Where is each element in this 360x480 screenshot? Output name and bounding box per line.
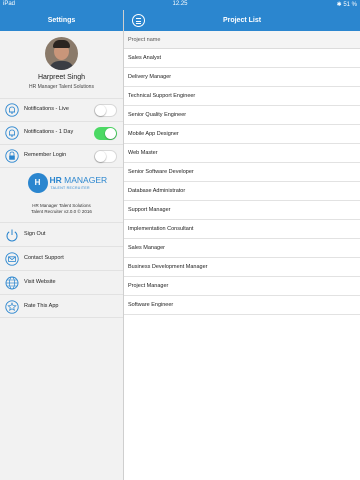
menu-label: Sign Out: [24, 231, 46, 237]
project-row[interactable]: Database Administrator: [124, 182, 360, 201]
battery-label: 51 %: [343, 2, 357, 8]
project-row[interactable]: Software Engineer: [124, 296, 360, 315]
star-icon: [5, 300, 19, 314]
battery-indicator: ✱ 51 %: [337, 1, 357, 8]
visit-website-button[interactable]: Visit Website: [0, 270, 123, 294]
project-row[interactable]: Senior Software Developer: [124, 163, 360, 182]
project-list-header: Project List: [124, 10, 360, 31]
sign-out-button[interactable]: Sign Out: [0, 222, 123, 246]
bluetooth-icon: ✱: [336, 2, 342, 8]
project-row[interactable]: Project Manager: [124, 277, 360, 296]
clock: 12.25: [172, 1, 188, 7]
menu-label: Visit Website: [24, 279, 56, 285]
project-row[interactable]: Support Manager: [124, 201, 360, 220]
settings-header: Settings: [0, 10, 123, 31]
menu-label: Rate This App: [24, 303, 59, 309]
user-subtitle: HR Manager Talent Solutions: [29, 84, 94, 90]
user-name: Harpreet Singh: [37, 74, 86, 81]
lock-icon: [5, 149, 19, 163]
column-header-project-name: Project name: [124, 31, 360, 49]
setting-label: Notifications - 1 Day: [24, 129, 74, 135]
logo-wordmark: HR MANAGER: [49, 175, 108, 185]
project-row[interactable]: Delivery Manager: [124, 68, 360, 87]
setting-label: Notifications - Live: [24, 106, 69, 112]
project-row[interactable]: Business Development Manager: [124, 258, 360, 277]
app-branding: H HR MANAGER TALENT RECRUITER HR Manager…: [0, 167, 123, 215]
setting-remember-login: Remember Login: [0, 144, 123, 167]
project-row[interactable]: Technical Support Engineer: [124, 87, 360, 106]
project-row[interactable]: Web Master: [124, 144, 360, 163]
project-row[interactable]: Senior Quality Engineer: [124, 106, 360, 125]
app-logo: H HR MANAGER TALENT RECRUITER: [22, 172, 107, 196]
avatar: [45, 37, 78, 70]
project-list: Sales Analyst Delivery Manager Technical…: [124, 49, 360, 315]
logo-tagline: TALENT RECRUITER: [50, 186, 90, 190]
rate-app-button[interactable]: Rate This App: [0, 294, 123, 318]
user-profile: Harpreet Singh HR Manager Talent Solutio…: [0, 31, 123, 90]
status-bar: iPad 12.25 ✱ 51 %: [0, 0, 360, 10]
remember-login-toggle[interactable]: [94, 150, 117, 163]
notifications-live-toggle[interactable]: [94, 104, 117, 117]
logo-mark: H: [27, 173, 48, 193]
project-row[interactable]: Implementation Consultant: [124, 220, 360, 239]
bell-icon: [5, 126, 19, 140]
setting-label: Remember Login: [24, 152, 67, 158]
project-row[interactable]: Mobile App Designer: [124, 125, 360, 144]
settings-panel: Settings Harpreet Singh HR Manager Talen…: [0, 10, 124, 480]
project-row[interactable]: Sales Manager: [124, 239, 360, 258]
page-title: Project List: [222, 17, 262, 24]
notifications-1-day-toggle[interactable]: [94, 127, 117, 140]
bell-icon: [5, 103, 19, 117]
project-list-panel: Project List Project name Sales Analyst …: [124, 10, 360, 480]
project-row[interactable]: Sales Analyst: [124, 49, 360, 68]
contact-support-button[interactable]: Contact Support: [0, 246, 123, 270]
power-icon: [6, 229, 18, 242]
account-menu: Sign Out Contact Support Visit Website R…: [0, 222, 123, 318]
globe-icon: [5, 276, 19, 290]
mail-icon: [5, 252, 19, 266]
settings-list: Notifications - Live Notifications - 1 D…: [0, 98, 123, 167]
menu-label: Contact Support: [24, 255, 64, 261]
app-version: Talent Recruiter v2.0.0 © 2016: [31, 209, 92, 214]
setting-notifications-live: Notifications - Live: [0, 98, 123, 121]
setting-notifications-1-day: Notifications - 1 Day: [0, 121, 123, 144]
app-info: HR Manager Talent Solutions Talent Recru…: [0, 203, 123, 215]
